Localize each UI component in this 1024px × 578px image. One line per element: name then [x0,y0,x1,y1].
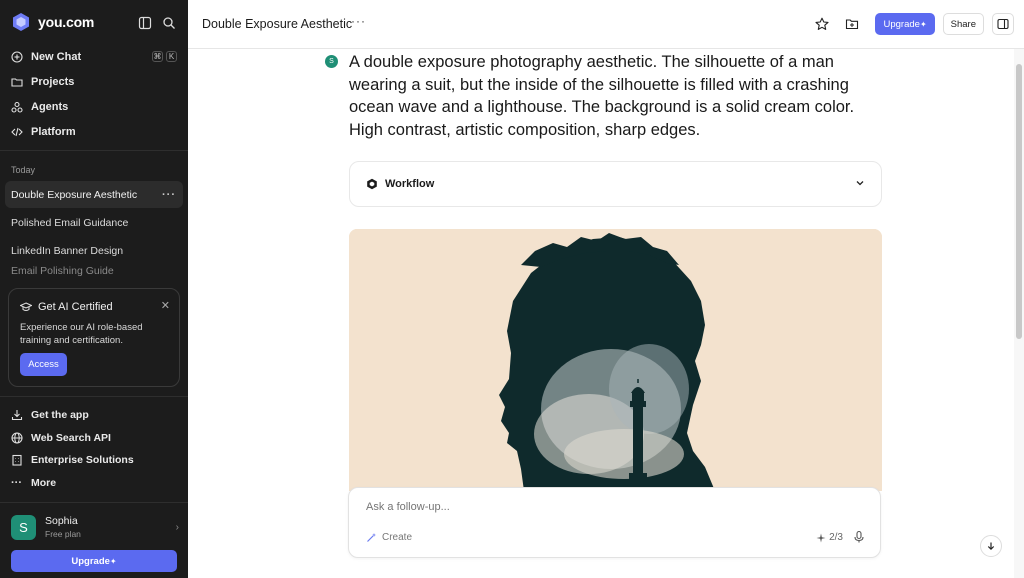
search-icon[interactable] [162,16,176,30]
folder-icon[interactable] [841,13,863,35]
sidebar-item-more[interactable]: ··· More [0,472,188,495]
you-logo-icon [13,13,29,31]
more-icon: ··· [11,476,22,489]
divider [0,396,188,397]
sparkle-icon: ✦ [919,19,927,29]
usage-counter: 2/3 [816,532,843,543]
sidebar-item-web-search-api[interactable]: Web Search API [0,427,188,450]
promo-text: Experience our AI role-based training an… [20,322,143,346]
title-more-icon[interactable]: ··· [351,14,366,28]
building-icon [12,455,22,466]
double-exposure-artwork [349,229,882,491]
chevron-down-icon [855,178,865,191]
sidebar-item-platform[interactable]: Platform [0,119,188,144]
upgrade-label: Upgrade [883,18,920,30]
sparkle-icon: ✦ [109,556,117,566]
sidebar-nav: New Chat ⌘ K Projects Agents Platform [0,44,188,144]
avatar: S [11,514,36,540]
user-name: Sophia [45,515,78,527]
create-button[interactable]: Create [366,532,412,543]
link-label: Web Search API [31,431,111,444]
command-key: ⌘ [152,51,163,62]
follow-up-input[interactable] [366,501,846,513]
sidebar-item-agents[interactable]: Agents [0,94,188,119]
workflow-icon [367,178,377,190]
history-item-label: LinkedIn Banner Design [11,244,124,257]
section-label-today: Today [11,165,36,175]
code-icon [11,127,23,136]
microphone-icon[interactable] [852,530,866,544]
chat-main: S A double exposure photography aestheti… [188,49,1024,578]
follow-up-composer: Create 2/3 [348,487,881,558]
chat-history: Double Exposure Aesthetic ··· Polished E… [5,181,183,280]
graduation-cap-icon [20,302,32,311]
history-item[interactable]: Email Polishing Guide [5,265,183,279]
history-item-label: Email Polishing Guide [11,265,114,277]
message-avatar: S [325,55,338,68]
toggle-sidebar-icon[interactable] [138,16,152,30]
user-plan: Free plan [45,529,81,539]
side-panel-icon[interactable] [992,13,1014,35]
generated-image[interactable] [349,229,882,491]
arrow-down-icon [987,542,995,551]
top-header: Double Exposure Aesthetic ··· Upgrade ✦ S… [188,0,1024,49]
close-icon[interactable]: ✕ [161,299,170,312]
plus-circle-icon [11,50,23,63]
link-label: More [31,476,57,489]
k-key: K [166,51,177,62]
sidebar-item-label: Agents [31,100,69,113]
link-label: Get the app [31,409,89,422]
scrollbar[interactable] [1014,49,1024,578]
folder-icon [11,77,23,87]
globe-icon [11,432,23,444]
brand[interactable]: you.com [11,12,94,32]
ai-certified-promo: Get AI Certified ✕ Experience our AI rol… [8,288,180,387]
sidebar-item-label: Platform [31,125,76,138]
sparkle-icon [816,533,826,542]
sidebar-item-new-chat[interactable]: New Chat ⌘ K [0,44,188,69]
user-prompt: A double exposure photography aesthetic.… [349,53,855,139]
history-item[interactable]: Double Exposure Aesthetic ··· [5,181,183,208]
sidebar-item-get-app[interactable]: Get the app [0,404,188,427]
scrollbar-thumb[interactable] [1016,64,1022,339]
scroll-down-button[interactable] [980,535,1002,557]
star-icon[interactable] [811,13,833,35]
shortcut-hint: ⌘ K [152,51,177,62]
history-item[interactable]: LinkedIn Banner Design [5,237,183,264]
sidebar-item-projects[interactable]: Projects [0,69,188,94]
user-profile[interactable]: S Sophia Free plan › [11,514,179,540]
create-label: Create [382,532,413,543]
download-icon [11,410,23,421]
usage-count: 2/3 [829,532,843,543]
chevron-right-icon: › [175,521,179,533]
page-title: Double Exposure Aesthetic [202,17,353,31]
share-button[interactable]: Share [942,13,984,35]
workflow-label: Workflow [385,178,435,190]
divider [0,502,188,503]
magic-wand-icon [367,533,376,542]
sidebar-links: Get the app Web Search API Enterprise So… [0,404,188,494]
more-options-icon[interactable]: ··· [162,189,176,201]
sidebar-upgrade-button[interactable]: Upgrade ✦ [11,550,177,572]
sidebar-item-enterprise[interactable]: Enterprise Solutions [0,449,188,472]
brand-name: you.com [38,14,95,30]
sidebar: you.com New Chat ⌘ K Projects Agents Pla… [0,0,188,578]
promo-title: Get AI Certified [38,301,113,313]
agents-icon [11,101,23,113]
upgrade-label: Upgrade [71,555,110,567]
header-upgrade-button[interactable]: Upgrade ✦ [875,13,935,35]
link-label: Enterprise Solutions [31,454,134,467]
workflow-accordion[interactable]: Workflow [349,161,882,207]
history-item-label: Double Exposure Aesthetic [11,188,138,201]
sidebar-item-label: Projects [31,75,75,88]
history-item[interactable]: Polished Email Guidance [5,209,183,236]
history-item-label: Polished Email Guidance [11,216,129,229]
sidebar-item-label: New Chat [31,50,82,63]
divider [0,150,188,151]
access-button[interactable]: Access [20,353,67,376]
